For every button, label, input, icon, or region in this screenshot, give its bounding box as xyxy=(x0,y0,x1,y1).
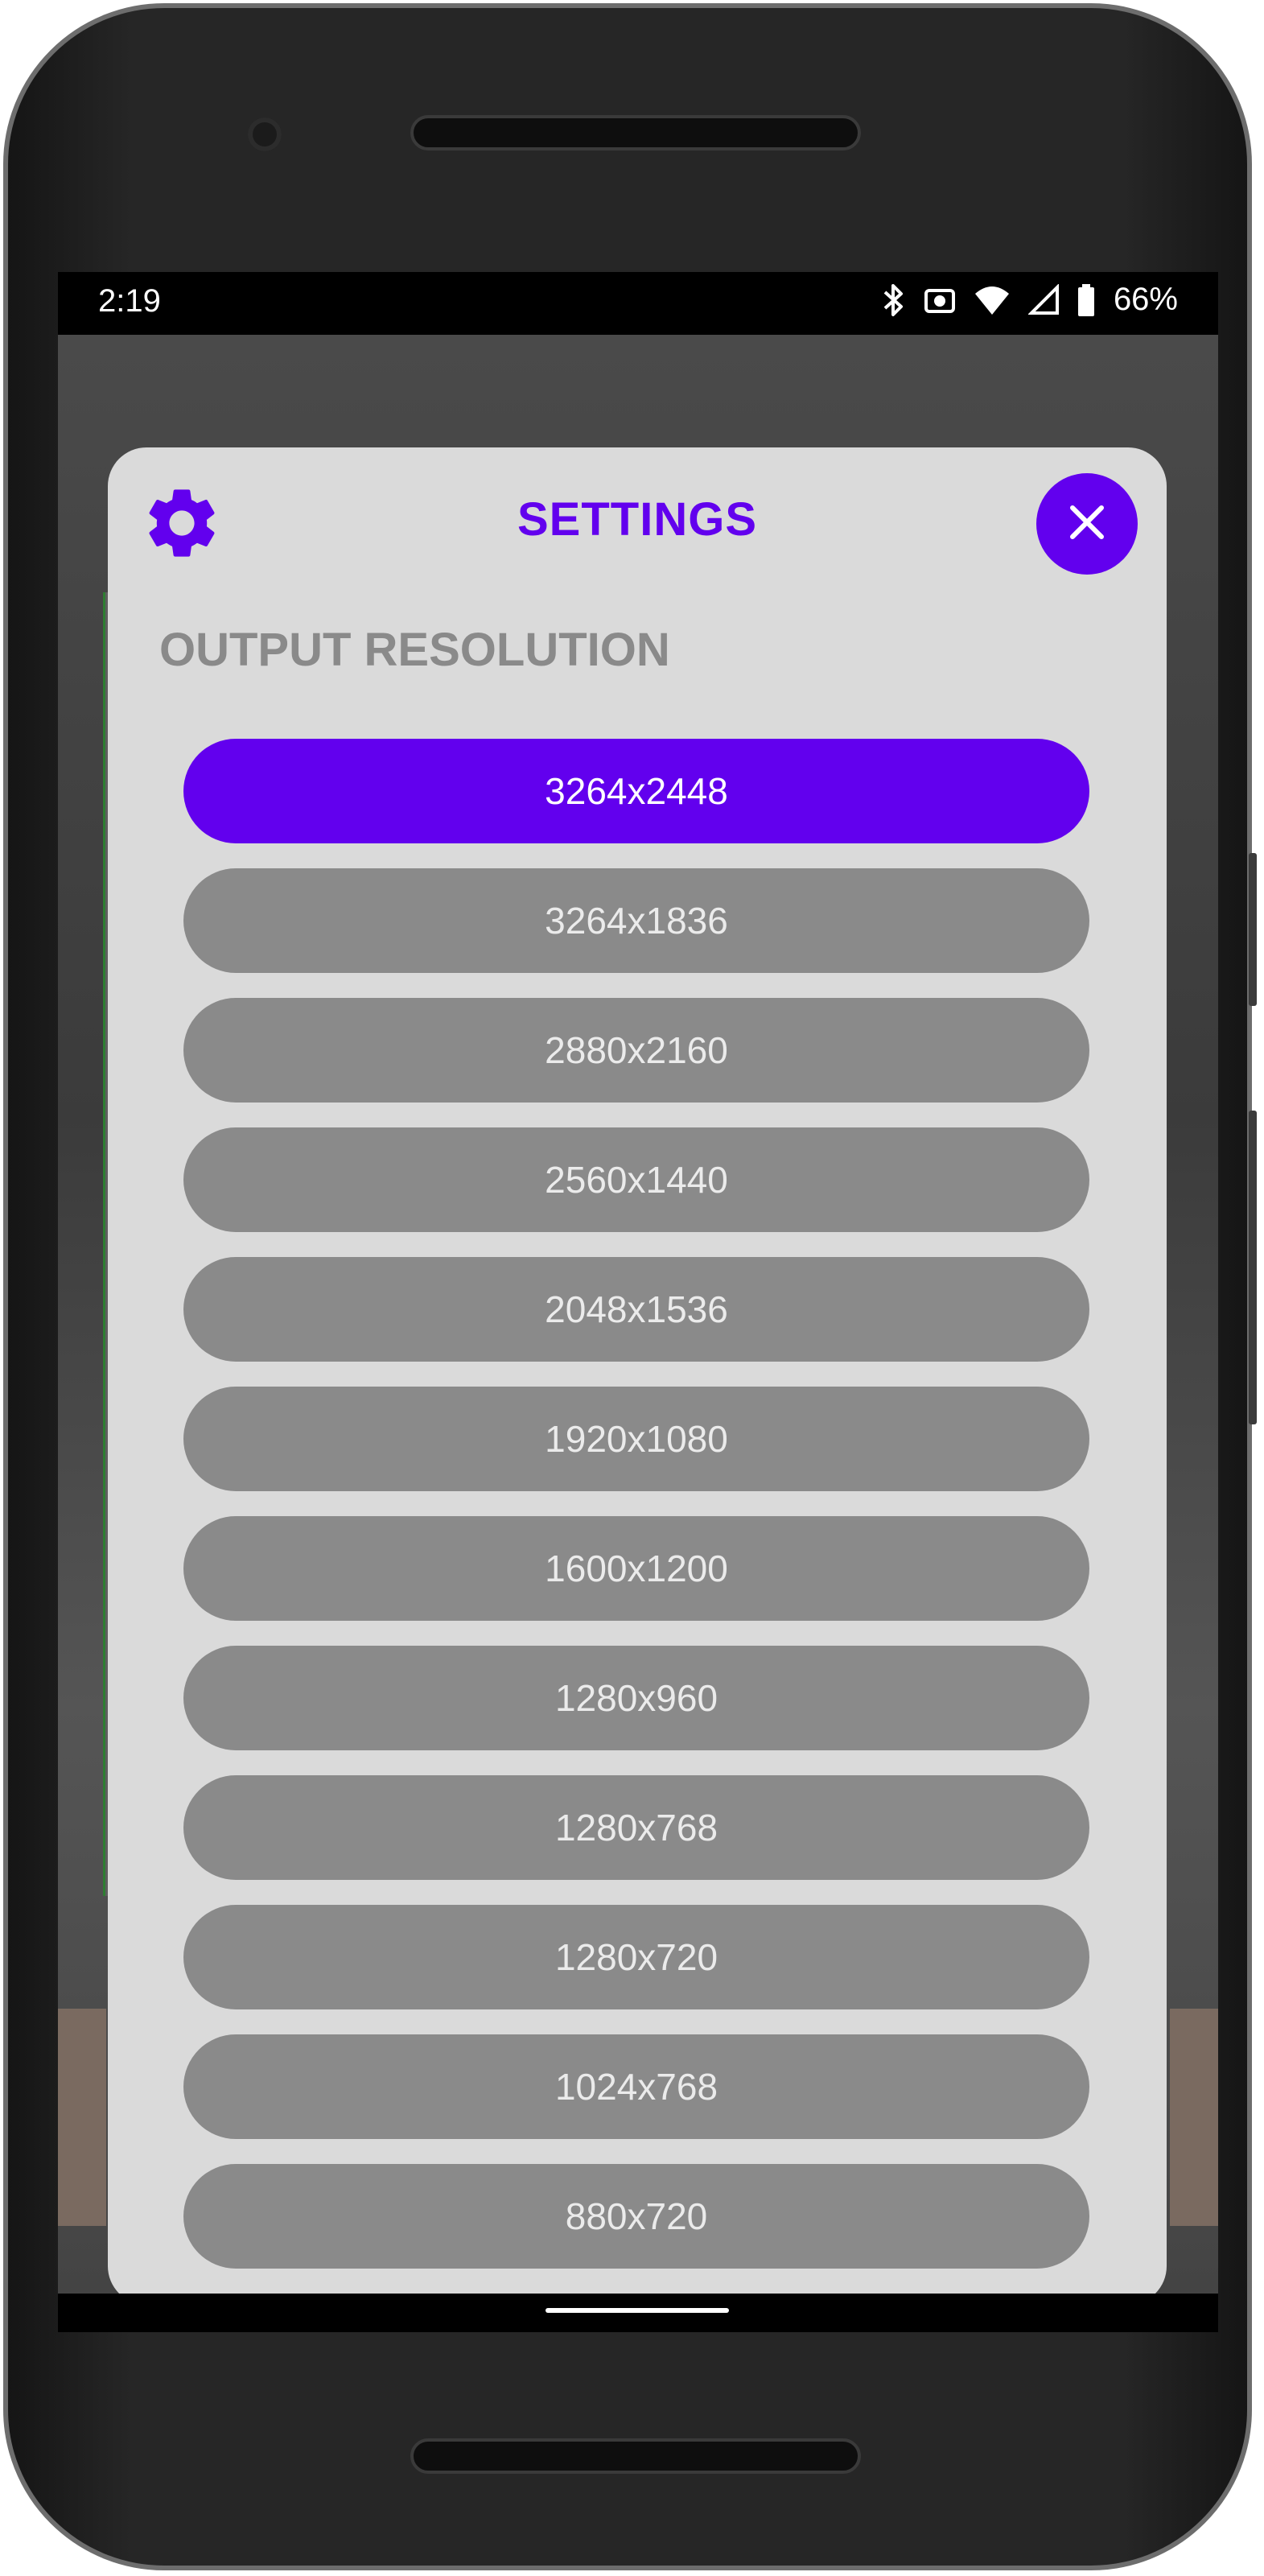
resolution-option-1280x960[interactable]: 1280x960 xyxy=(183,1646,1089,1750)
bottom-speaker xyxy=(410,2438,861,2474)
preview-bottom-right xyxy=(1170,2009,1218,2226)
signal-icon xyxy=(1027,283,1059,316)
dialog-title: SETTINGS xyxy=(517,493,758,546)
resolution-option-1024x768[interactable]: 1024x768 xyxy=(183,2034,1089,2139)
resolution-option-1280x720[interactable]: 1280x720 xyxy=(183,1905,1089,2009)
bluetooth-icon xyxy=(882,282,906,318)
battery-percent: 66% xyxy=(1113,282,1178,317)
status-bar: 2:19 66% xyxy=(58,272,1218,335)
top-speaker xyxy=(410,115,861,150)
resolution-option-3264x1836[interactable]: 3264x1836 xyxy=(183,868,1089,973)
status-time: 2:19 xyxy=(98,283,161,319)
home-handle[interactable] xyxy=(546,2308,729,2313)
resolution-option-2560x1440[interactable]: 2560x1440 xyxy=(183,1127,1089,1232)
screenshot-icon xyxy=(924,284,956,316)
resolution-option-3264x2448[interactable]: 3264x2448 xyxy=(183,739,1089,843)
battery-icon xyxy=(1077,283,1096,317)
navigation-bar xyxy=(58,2294,1218,2332)
resolution-option-1920x1080[interactable]: 1920x1080 xyxy=(183,1387,1089,1491)
resolution-list: 3264x2448 3264x1836 2880x2160 2560x1440 2048… xyxy=(183,739,1089,2294)
power-button xyxy=(1249,1111,1257,1424)
preview-bottom-left xyxy=(58,2009,106,2226)
resolution-option-880x720[interactable]: 880x720 xyxy=(183,2164,1089,2269)
settings-dialog: SETTINGS OUTPUT RESOLUTION 3264x2448 3264… xyxy=(108,447,1167,2305)
camera-preview: SETTINGS OUTPUT RESOLUTION 3264x2448 3264… xyxy=(58,335,1218,2305)
phone-frame: 2:19 66% SETTINGS OUTPUT RESOLUTION 3264… xyxy=(3,3,1257,2570)
volume-button xyxy=(1249,853,1257,1006)
screen: 2:19 66% SETTINGS OUTPUT RESOLUTION 3264… xyxy=(58,272,1218,2332)
resolution-option-2880x2160[interactable]: 2880x2160 xyxy=(183,998,1089,1103)
wifi-icon xyxy=(974,284,1011,316)
resolution-option-1280x768[interactable]: 1280x768 xyxy=(183,1775,1089,1880)
close-icon xyxy=(1066,501,1108,547)
resolution-option-2048x1536[interactable]: 2048x1536 xyxy=(183,1257,1089,1362)
section-label-output-resolution: OUTPUT RESOLUTION xyxy=(159,624,670,676)
close-button[interactable] xyxy=(1036,473,1138,575)
resolution-option-1600x1200[interactable]: 1600x1200 xyxy=(183,1516,1089,1621)
front-camera xyxy=(248,117,282,151)
status-icons: 66% xyxy=(882,282,1178,318)
